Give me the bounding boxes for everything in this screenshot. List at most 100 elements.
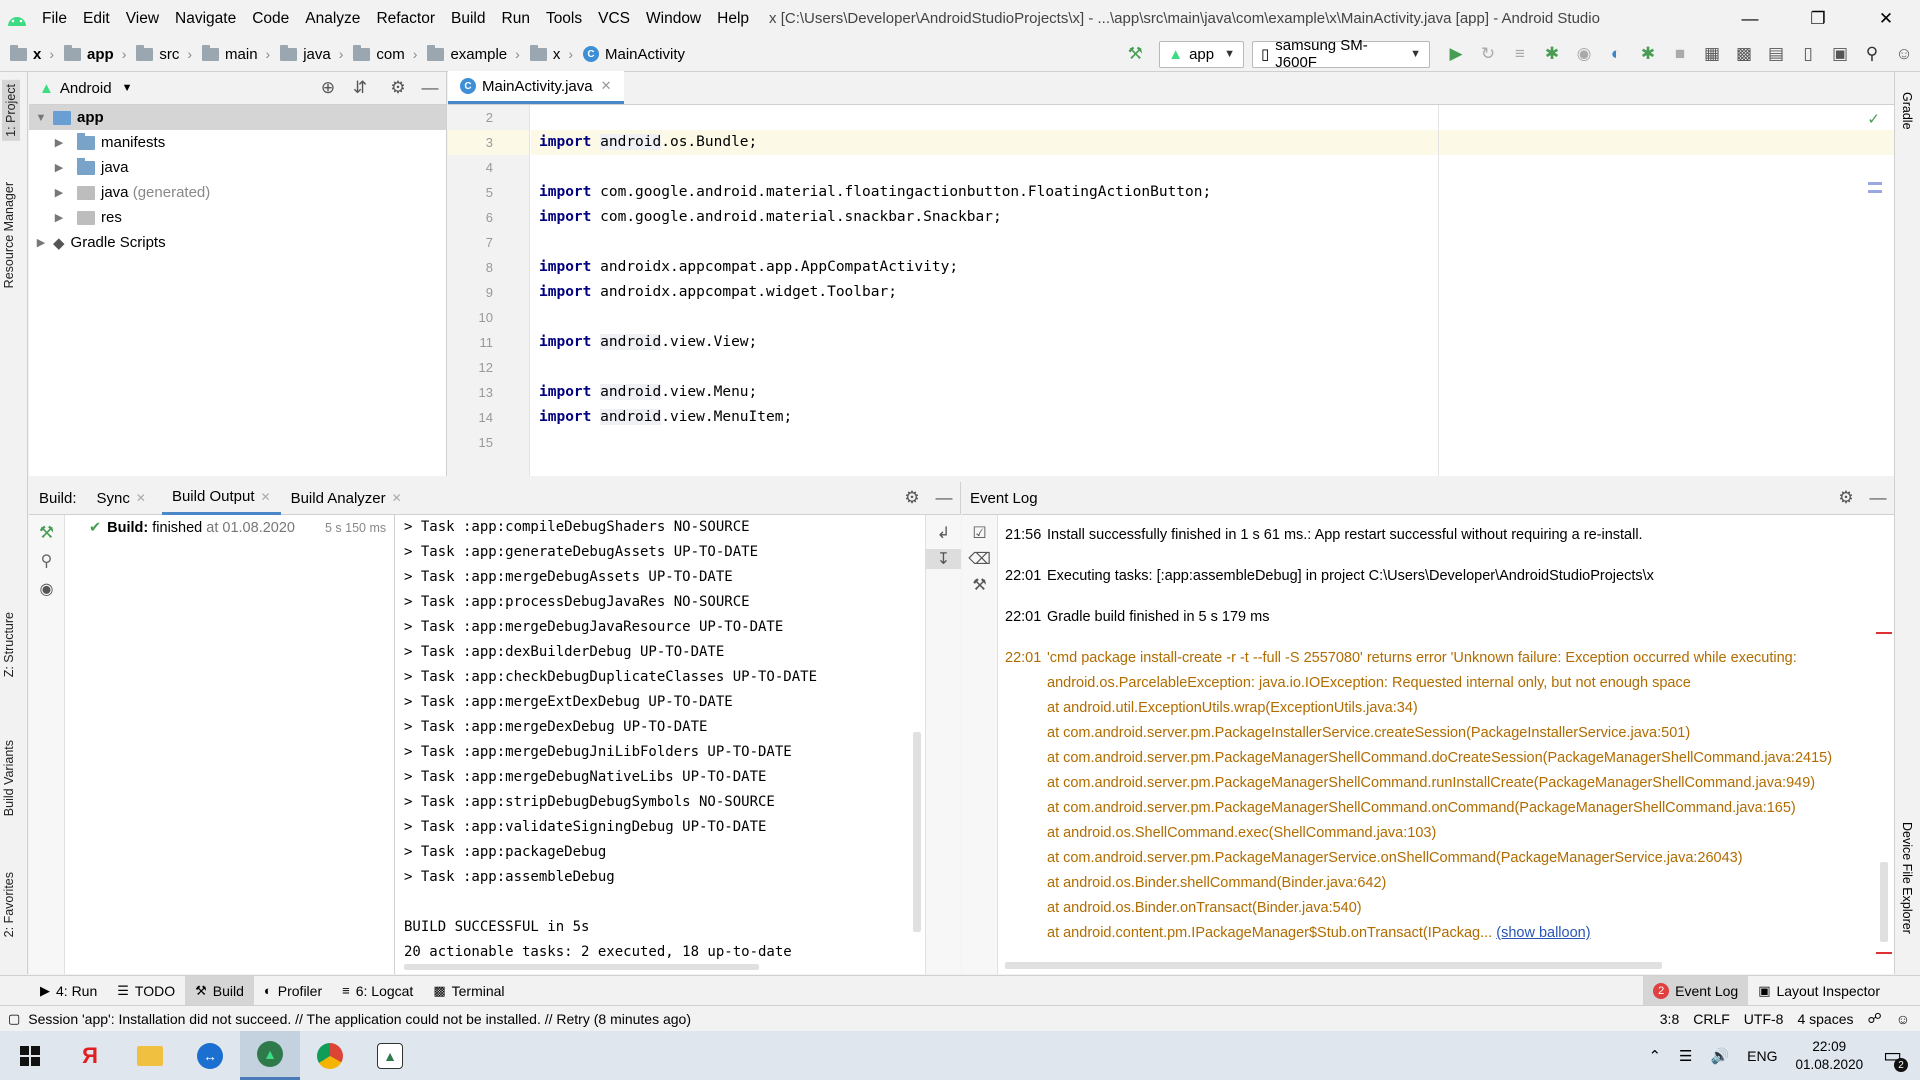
menu-refactor[interactable]: Refactor [368,0,443,37]
menu-view[interactable]: View [118,0,167,37]
status-message[interactable]: Session 'app': Installation did not succ… [28,1011,691,1027]
tab-event-log[interactable]: 2 Event Log [1643,975,1749,1006]
tab-favorites[interactable]: 2: Favorites [2,872,16,937]
editor-tab-mainactivity[interactable]: C MainActivity.java ✕ [448,71,624,104]
menu-edit[interactable]: Edit [75,0,118,37]
maximize-button[interactable]: ❐ [1784,0,1852,37]
project-structure-icon[interactable]: ▦ [1696,44,1728,64]
breadcrumb-app[interactable]: app › [64,44,126,63]
sdk-manager-icon[interactable]: ▯ [1792,44,1824,64]
make-project-hammer-icon[interactable]: ⚒ [1119,44,1151,64]
search-icon[interactable]: ⚲ [1856,44,1888,64]
tab-layout-inspector[interactable]: ▣ Layout Inspector [1748,976,1890,1006]
tab-terminal[interactable]: ▩ Terminal [423,976,514,1006]
network-icon[interactable]: ☰ [1679,1047,1692,1065]
caret-position[interactable]: 3:8 [1660,1011,1679,1027]
device-select[interactable]: ▯ samsung SM-J600F ▼ [1252,37,1430,71]
soft-wrap-icon[interactable]: ↲ [926,523,961,543]
eye-icon[interactable]: ◉ [29,579,64,599]
pin-icon[interactable]: ⚲ [29,551,64,571]
build-status-row[interactable]: ✔ Build: finished at 01.08.2020 5 s 150 … [65,515,394,540]
tree-item-res[interactable]: ▶ res [29,205,446,230]
show-balloon-link[interactable]: (show balloon) [1496,925,1590,941]
android-device-icon[interactable]: ▲ [360,1031,420,1080]
hide-icon[interactable]: — [1862,488,1894,508]
close-tab-icon[interactable]: ✕ [392,491,402,505]
mark-read-icon[interactable]: ☑ [962,523,997,543]
build-output-console[interactable]: > Task :app:compileDebugShaders NO-SOURC… [396,515,941,974]
minimize-button[interactable]: — [1716,0,1784,37]
profile-icon[interactable]: ◐ [1600,44,1632,64]
sdk-download-icon[interactable]: ▣ [1824,44,1856,64]
sync-gradle-icon[interactable]: ▩ [1728,44,1760,64]
tree-item-java-generated[interactable]: ▶ java (generated) [29,180,446,205]
attach-debugger-icon[interactable]: ✱ [1632,44,1664,64]
notifications-icon[interactable]: ▭ 2 [1883,1043,1908,1072]
event-log-body[interactable]: 21:56 Install successfully finished in 1 … [999,515,1879,974]
tab-resource-manager[interactable]: Resource Manager [2,182,16,288]
coverage-icon[interactable]: ◉ [1568,44,1600,64]
close-tab-icon[interactable]: ✕ [261,490,271,504]
menu-analyze[interactable]: Analyze [297,0,368,37]
tree-item-gradle-scripts[interactable]: ▶ ◆ Gradle Scripts [29,230,446,255]
gear-icon[interactable]: ⚙ [1830,488,1862,508]
vertical-scrollbar[interactable] [1880,862,1888,942]
chevron-down-icon[interactable]: ▼ [122,82,133,94]
file-explorer-icon[interactable] [120,1031,180,1080]
code-area[interactable]: import android.os.Bundle; import com.goo… [531,105,1894,476]
close-tab-icon[interactable]: ✕ [601,78,612,94]
menu-navigate[interactable]: Navigate [167,0,244,37]
line-separator[interactable]: CRLF [1693,1011,1730,1027]
menu-run[interactable]: Run [494,0,538,37]
tab-build-variants[interactable]: Build Variants [2,740,16,816]
status-toggle-icon[interactable]: ▢ [8,1011,20,1027]
collapse-all-icon[interactable]: ⇵ [344,78,376,98]
tab-gradle[interactable]: Gradle [1900,92,1914,130]
breadcrumb-mainactivity[interactable]: C MainActivity [582,46,685,63]
breadcrumb-example[interactable]: example › [427,44,520,63]
android-studio-taskbar-icon[interactable]: ▲ [240,1031,300,1080]
apply-code-changes-icon[interactable]: ≡ [1504,44,1536,64]
tab-todo[interactable]: ☰ TODO [107,976,185,1006]
tab-build[interactable]: ⚒ Build [185,975,254,1006]
close-button[interactable]: ✕ [1852,0,1920,37]
breadcrumb-main[interactable]: main › [202,44,270,63]
menu-build[interactable]: Build [443,0,493,37]
wrench-icon[interactable]: ⚒ [962,575,997,595]
scroll-to-end-icon[interactable]: ↧ [926,549,961,569]
menu-window[interactable]: Window [638,0,709,37]
indent-setting[interactable]: 4 spaces [1797,1011,1853,1027]
hide-icon[interactable]: — [414,78,446,98]
debug-icon[interactable]: ✱ [1536,44,1568,64]
tray-chevron-up-icon[interactable]: ⌃ [1648,1047,1661,1065]
project-view-select[interactable]: Android [60,80,112,97]
user-icon[interactable]: ☺ [1888,44,1920,64]
tab-logcat[interactable]: ≡ 6: Logcat [332,976,423,1006]
run-icon[interactable]: ▶ [1440,44,1472,64]
volume-icon[interactable]: 🔊 [1710,1047,1729,1065]
language-indicator[interactable]: ENG [1747,1048,1777,1064]
tab-build-output[interactable]: Build Output ✕ [161,482,281,515]
vertical-scrollbar[interactable] [913,732,921,932]
tab-build-analyzer[interactable]: Build Analyzer ✕ [281,482,412,515]
gear-icon[interactable]: ⚙ [382,78,414,98]
start-button[interactable] [0,1031,60,1080]
teamviewer-icon[interactable]: ↔ [180,1031,240,1080]
clock[interactable]: 22:09 01.08.2020 [1796,1038,1864,1074]
hammer-icon[interactable]: ⚒ [29,523,64,543]
menu-file[interactable]: File [34,0,75,37]
apply-changes-icon[interactable]: ↻ [1472,44,1504,64]
yandex-browser-icon[interactable]: Я [60,1031,120,1080]
breadcrumb-java[interactable]: java › [280,44,343,63]
gear-icon[interactable]: ⚙ [896,488,928,508]
run-config-select[interactable]: ▲ app ▼ [1159,40,1244,68]
menu-tools[interactable]: Tools [538,0,590,37]
tab-structure[interactable]: Z: Structure [2,612,16,677]
inspector-icon[interactable]: ☺ [1896,1011,1910,1027]
tab-profiler[interactable]: ◐ Profiler [254,976,332,1006]
tree-item-manifests[interactable]: ▶ manifests [29,130,446,155]
close-tab-icon[interactable]: ✕ [136,491,146,505]
stop-icon[interactable]: ■ [1664,44,1696,64]
tab-project[interactable]: 1: Project [2,80,20,141]
locate-icon[interactable]: ⊕ [312,78,344,98]
